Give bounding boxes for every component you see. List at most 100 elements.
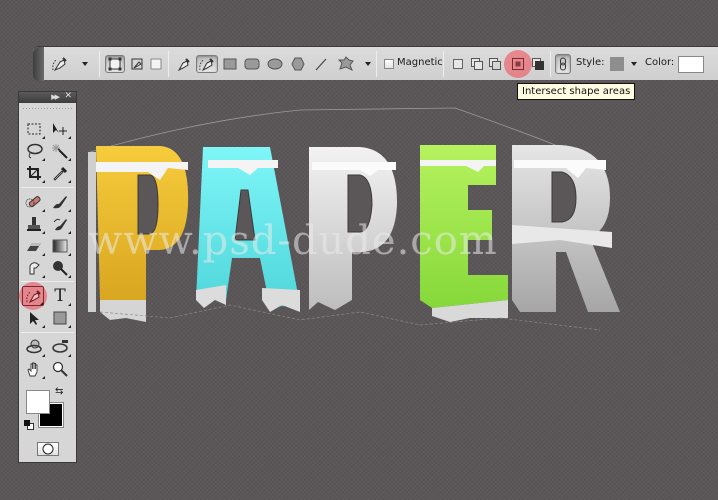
tool-3d-orbit[interactable] xyxy=(49,337,71,357)
custom-shape-tool-button[interactable] xyxy=(336,55,356,73)
lasso-icon xyxy=(27,143,43,159)
tool-zoom[interactable] xyxy=(49,359,71,379)
letter-r-white xyxy=(512,145,620,312)
foreground-color[interactable] xyxy=(26,390,50,414)
rectangle-icon xyxy=(223,58,237,70)
magic-wand-icon xyxy=(52,144,68,159)
tool-crop[interactable] xyxy=(23,163,45,183)
pen-icon xyxy=(177,58,190,72)
create-new-shape-layer-button[interactable] xyxy=(451,55,465,73)
chevron-down-icon xyxy=(365,62,371,66)
tool-eyedropper[interactable] xyxy=(49,163,71,183)
options-bar: Magnetic Style: Color: xyxy=(33,46,718,81)
3d-orbit-icon xyxy=(52,340,68,353)
tools-panel: ▶▶ ✕ T ⇆ xyxy=(18,91,77,463)
magnetic-checkbox[interactable] xyxy=(383,55,395,73)
shape-layers-icon xyxy=(108,57,122,71)
tool-burn[interactable] xyxy=(49,258,71,278)
pen-tool-button[interactable] xyxy=(174,55,194,73)
freeform-pen-icon xyxy=(26,290,41,304)
tool-rectangular-marquee[interactable] xyxy=(23,119,45,139)
brush-icon xyxy=(53,196,67,209)
style-swatch[interactable] xyxy=(610,57,624,71)
tool-clone-stamp[interactable] xyxy=(23,214,45,234)
chevron-down-icon xyxy=(631,62,637,66)
rounded-rectangle-icon xyxy=(244,58,260,70)
custom-shape-dropdown[interactable] xyxy=(364,55,372,73)
crop-icon xyxy=(27,166,41,180)
paths-icon xyxy=(131,58,143,70)
tools-panel-grip[interactable] xyxy=(23,105,72,113)
tool-eraser[interactable] xyxy=(23,236,45,256)
close-icon[interactable]: ✕ xyxy=(64,91,72,101)
polygon-tool-button[interactable] xyxy=(289,55,307,73)
tool-type[interactable]: T xyxy=(49,286,71,306)
ellipse-icon xyxy=(267,58,283,70)
style-label: Style: xyxy=(576,57,605,68)
subtract-from-shape-area-button[interactable] xyxy=(487,55,503,73)
tool-lasso[interactable] xyxy=(23,141,45,161)
tool-preset-dropdown[interactable] xyxy=(81,55,89,73)
history-brush-icon xyxy=(53,218,67,231)
tool-hand[interactable] xyxy=(23,359,45,379)
intersect-shape-areas-button[interactable] xyxy=(510,55,526,73)
style-dropdown[interactable] xyxy=(630,55,638,73)
mode-fill-pixels[interactable] xyxy=(147,55,165,73)
intersect-shape-areas-icon xyxy=(512,58,524,70)
marquee-icon xyxy=(27,123,41,135)
rectangle-icon xyxy=(53,311,67,325)
quick-mask-button[interactable] xyxy=(37,442,59,456)
add-to-shape-area-button[interactable] xyxy=(469,55,485,73)
line-icon xyxy=(315,58,327,71)
tool-freeform-pen[interactable] xyxy=(22,286,44,306)
spot-healing-icon xyxy=(25,196,41,208)
link-style-button[interactable] xyxy=(555,54,571,74)
polygon-icon xyxy=(291,57,305,71)
zoom-icon xyxy=(52,361,68,377)
freeform-pen-tool-button[interactable] xyxy=(196,55,218,73)
tool-rectangle[interactable] xyxy=(49,308,71,328)
swap-colors-icon[interactable]: ⇆ xyxy=(55,386,63,397)
hand-icon xyxy=(27,362,38,377)
exclude-shape-areas-icon xyxy=(532,58,544,70)
tool-magic-wand[interactable] xyxy=(49,141,71,161)
tool-history-brush[interactable] xyxy=(49,214,71,234)
mode-paths[interactable] xyxy=(128,55,146,73)
fill-pixels-icon xyxy=(150,58,162,70)
tool-path-selection[interactable] xyxy=(23,308,45,328)
tool-gradient[interactable] xyxy=(49,236,71,256)
default-colors-icon[interactable] xyxy=(24,420,34,430)
eraser-icon xyxy=(27,243,41,251)
color-swatch[interactable] xyxy=(678,56,704,73)
move-icon xyxy=(53,123,67,135)
tool-move[interactable] xyxy=(49,119,71,139)
3d-rotate-icon xyxy=(26,339,42,354)
tool-3d-rotate[interactable] xyxy=(23,337,45,357)
ellipse-tool-button[interactable] xyxy=(266,55,284,73)
custom-shape-icon xyxy=(337,56,354,72)
line-tool-button[interactable] xyxy=(313,55,329,73)
link-icon xyxy=(560,57,566,71)
exclude-overlapping-shape-areas-button[interactable] xyxy=(530,55,546,73)
magnetic-label: Magnetic xyxy=(397,57,443,68)
rectangle-tool-button[interactable] xyxy=(221,55,239,73)
collapse-icon[interactable]: ▶▶ xyxy=(51,93,60,101)
subtract-shape-area-icon xyxy=(489,58,501,70)
tooltip: Intersect shape areas xyxy=(517,83,636,100)
smudge-icon xyxy=(29,262,40,275)
tool-preset-picker[interactable] xyxy=(50,55,70,73)
type-icon: T xyxy=(54,285,66,306)
tool-smudge[interactable] xyxy=(23,258,45,278)
freeform-pen-icon xyxy=(52,57,67,72)
mode-shape-layers[interactable] xyxy=(105,55,125,73)
tool-spot-healing-brush[interactable] xyxy=(23,192,45,212)
freeform-pen-icon xyxy=(199,58,214,72)
tool-brush[interactable] xyxy=(49,192,71,212)
burn-icon xyxy=(53,261,68,276)
path-outline xyxy=(89,107,591,161)
rounded-rectangle-tool-button[interactable] xyxy=(243,55,261,73)
eyedropper-icon xyxy=(53,166,68,181)
options-bar-grip[interactable] xyxy=(33,47,44,81)
tools-panel-header[interactable]: ▶▶ ✕ xyxy=(19,91,76,103)
path-selection-icon xyxy=(30,312,39,325)
